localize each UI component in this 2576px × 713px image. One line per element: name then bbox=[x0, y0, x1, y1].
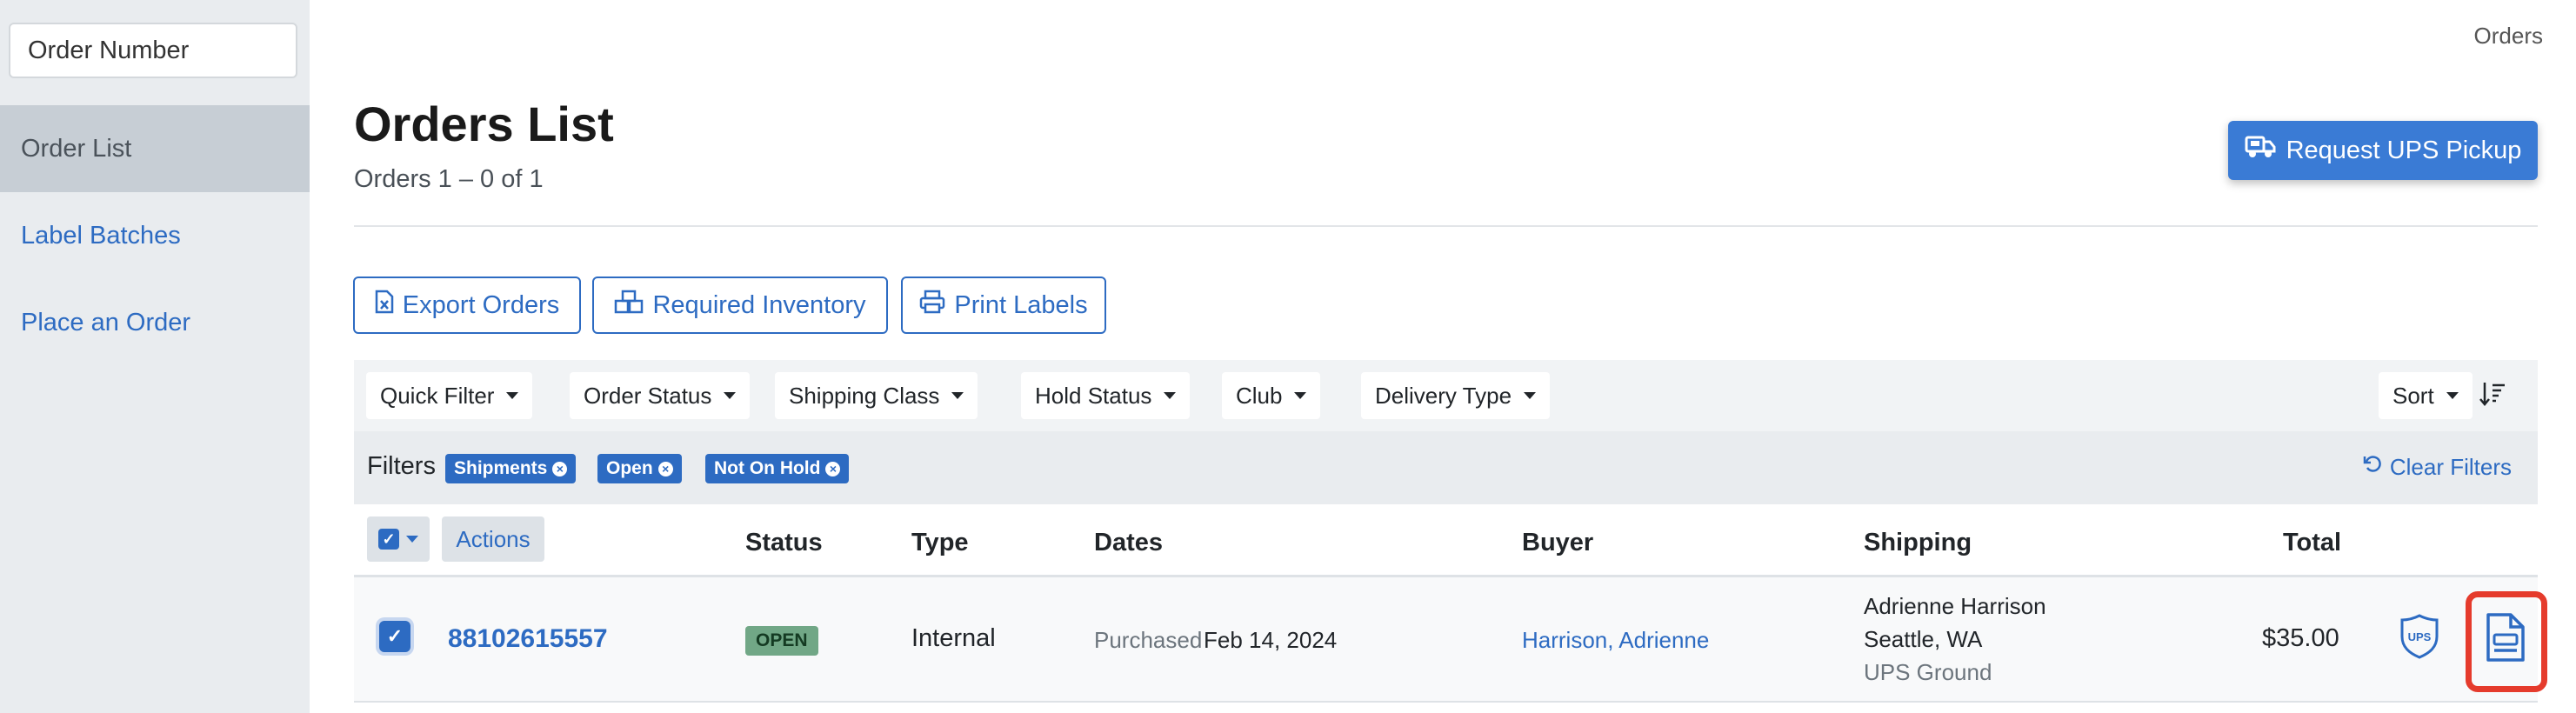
print-labels-button[interactable]: Print Labels bbox=[901, 277, 1106, 334]
clear-filters-link[interactable]: Clear Filters bbox=[2362, 454, 2512, 481]
column-header-dates: Dates bbox=[1094, 529, 1163, 556]
print-labels-label: Print Labels bbox=[954, 290, 1088, 319]
dropdown-label: Order Status bbox=[584, 382, 712, 409]
filter-bar: Quick Filter Order Status Shipping Class… bbox=[354, 360, 2538, 431]
sidebar-item-order-list[interactable]: Order List bbox=[0, 105, 310, 192]
carrier-label: UPS bbox=[2408, 630, 2432, 643]
undo-icon bbox=[2362, 454, 2383, 481]
ups-shield-icon: UPS bbox=[2400, 614, 2439, 663]
remove-filter-icon[interactable]: × bbox=[657, 461, 673, 476]
page-title: Orders List bbox=[354, 97, 614, 151]
ship-name: Adrienne Harrison bbox=[1864, 593, 2046, 619]
column-header-shipping: Shipping bbox=[1864, 529, 1972, 556]
quick-filter-dropdown[interactable]: Quick Filter bbox=[366, 372, 533, 419]
column-header-total: Total bbox=[2283, 529, 2342, 556]
ship-method: UPS Ground bbox=[1864, 659, 1992, 685]
printer-icon bbox=[919, 290, 945, 321]
delivery-type-dropdown[interactable]: Delivery Type bbox=[1361, 372, 1551, 419]
table-row[interactable]: ✓ 88102615557 OPEN Internal Purchased Fe… bbox=[354, 577, 2538, 703]
filter-chip-shipments[interactable]: Shipments × bbox=[445, 454, 577, 483]
dropdown-label: Club bbox=[1236, 382, 1283, 409]
chip-label: Shipments bbox=[454, 458, 548, 478]
sort-dropdown[interactable]: Sort bbox=[2379, 372, 2473, 419]
caret-down-icon bbox=[406, 536, 418, 543]
purchase-date: Feb 14, 2024 bbox=[1204, 627, 1338, 653]
column-header-status: Status bbox=[745, 529, 823, 556]
request-ups-pickup-label: Request UPS Pickup bbox=[2286, 136, 2522, 164]
column-header-type: Type bbox=[911, 529, 969, 556]
sidebar-item-label-batches[interactable]: Label Batches bbox=[0, 192, 310, 279]
truck-icon bbox=[2245, 134, 2276, 167]
actions-button[interactable]: Actions bbox=[442, 516, 544, 562]
dropdown-label: Quick Filter bbox=[380, 382, 495, 409]
shipping-class-dropdown[interactable]: Shipping Class bbox=[775, 372, 978, 419]
caret-down-icon bbox=[1524, 392, 1537, 399]
caret-down-icon bbox=[1294, 392, 1307, 399]
column-header-buyer: Buyer bbox=[1522, 529, 1594, 556]
sidebar-item-label: Order List bbox=[21, 134, 132, 163]
dropdown-label: Hold Status bbox=[1035, 382, 1152, 409]
highlight-annotation bbox=[2466, 591, 2547, 692]
caret-down-icon bbox=[2446, 392, 2459, 399]
chip-label: Open bbox=[606, 458, 653, 478]
filter-chip-open[interactable]: Open × bbox=[597, 454, 682, 483]
select-all-checkbox[interactable]: ✓ bbox=[367, 516, 430, 562]
required-inventory-label: Required Inventory bbox=[652, 290, 866, 319]
sort-direction-icon[interactable] bbox=[2478, 379, 2507, 413]
table-header: ✓ Actions Status Type Dates Buyer Shippi… bbox=[354, 504, 2538, 577]
filter-chip-not-on-hold[interactable]: Not On Hold × bbox=[705, 454, 850, 483]
caret-down-icon bbox=[506, 392, 519, 399]
ship-city: Seattle, WA bbox=[1864, 626, 1983, 652]
required-inventory-button[interactable]: Required Inventory bbox=[592, 277, 888, 334]
remove-filter-icon[interactable]: × bbox=[825, 461, 841, 476]
order-number-search-input[interactable]: Order Number bbox=[9, 23, 297, 78]
row-checkbox[interactable]: ✓ bbox=[379, 621, 410, 652]
filters-label: Filters bbox=[367, 452, 436, 480]
request-ups-pickup-button[interactable]: Request UPS Pickup bbox=[2228, 121, 2538, 180]
sidebar: Order Number Order List Label Batches Pl… bbox=[0, 0, 310, 713]
order-number-link[interactable]: 88102615557 bbox=[448, 624, 608, 654]
export-orders-label: Export Orders bbox=[402, 290, 560, 319]
dropdown-label: Delivery Type bbox=[1375, 382, 1512, 409]
file-excel-icon bbox=[375, 290, 394, 321]
header-divider bbox=[354, 225, 2538, 227]
breadcrumb[interactable]: Orders bbox=[2474, 23, 2543, 50]
search-placeholder: Order Number bbox=[28, 36, 190, 64]
sort-label: Sort bbox=[2392, 382, 2434, 409]
order-status-dropdown[interactable]: Order Status bbox=[570, 372, 751, 419]
dropdown-label: Shipping Class bbox=[789, 382, 940, 409]
boxes-icon bbox=[614, 290, 644, 321]
status-badge: OPEN bbox=[745, 626, 818, 656]
clear-filters-label: Clear Filters bbox=[2389, 454, 2512, 480]
date-prefix: Purchased bbox=[1094, 627, 1203, 653]
order-total: $35.00 bbox=[2262, 624, 2339, 652]
club-dropdown[interactable]: Club bbox=[1222, 372, 1321, 419]
caret-down-icon bbox=[951, 392, 964, 399]
order-type: Internal bbox=[911, 624, 996, 652]
active-filters-bar: Filters Shipments × Open × Not On Hold × Cl… bbox=[354, 431, 2538, 504]
hold-status-dropdown[interactable]: Hold Status bbox=[1021, 372, 1191, 419]
export-orders-button[interactable]: Export Orders bbox=[353, 277, 581, 334]
chip-label: Not On Hold bbox=[714, 458, 821, 478]
check-icon: ✓ bbox=[378, 529, 399, 550]
orders-count: Orders 1 – 0 of 1 bbox=[354, 165, 544, 193]
caret-down-icon bbox=[724, 392, 737, 399]
actions-label: Actions bbox=[456, 525, 531, 552]
buyer-link[interactable]: Harrison, Adrienne bbox=[1522, 627, 1709, 654]
sidebar-item-place-order[interactable]: Place an Order bbox=[0, 279, 310, 366]
sidebar-item-label: Label Batches bbox=[21, 221, 181, 250]
sidebar-item-label: Place an Order bbox=[21, 308, 191, 337]
caret-down-icon bbox=[1164, 392, 1177, 399]
remove-filter-icon[interactable]: × bbox=[552, 461, 568, 476]
